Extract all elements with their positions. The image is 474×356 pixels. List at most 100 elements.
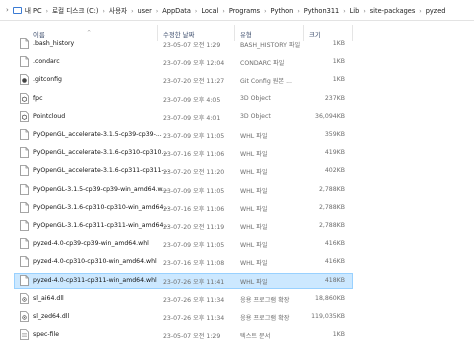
breadcrumb-separator-icon[interactable]: › [343,8,345,15]
generic-file-icon [20,38,29,49]
file-type: 3D Object [240,94,271,102]
file-row[interactable]: Pointcloud 23-07-09 오후 4:01 3D Object 36,09… [0,109,474,126]
breadcrumb-separator-icon[interactable]: › [46,8,48,15]
breadcrumb-item[interactable]: 내 PC [25,7,42,15]
breadcrumb-item[interactable]: pyzed [426,7,446,15]
dll-file-icon [20,292,29,304]
file-type: BASH_HISTORY 파일 [240,42,301,49]
file-name[interactable]: spec-file [33,331,59,338]
file-row[interactable]: .condarc 23-07-09 오후 12:04 CONDARC 파일 1KB [0,54,474,71]
file-type: WHL 파일 [240,187,268,195]
file-size: 237KB [324,94,345,102]
generic-file-icon [20,201,29,213]
file-row[interactable]: PyOpenGL_accelerate-3.1.6-cp310-cp310...… [0,145,474,162]
file-date: 23-07-16 오후 11:06 [163,205,225,213]
file-name[interactable]: pyzed-4.0-cp310-cp310-win_amd64.whl [33,258,157,265]
file-name[interactable]: PyOpenGL-3.1.6-cp310-cp310-win_amd64... [33,204,169,211]
breadcrumb-item[interactable]: Programs [229,7,260,15]
file-row[interactable]: spec-file 23-05-07 오전 1:29 텍스트 문서 1KB [0,327,474,344]
generic-file-icon [20,274,29,286]
file-type: WHL 파일 [240,169,268,177]
file-date: 23-07-20 오전 11:20 [163,169,225,177]
file-type: CONDARC 파일 [240,60,285,68]
file-name[interactable]: sl_zed64.dll [33,313,69,320]
file-size: 402KB [324,167,345,175]
file-row[interactable]: PyOpenGL-3.1.5-cp39-cp39-win_amd64.w... 2… [0,182,474,199]
breadcrumb-item[interactable]: AppData [162,7,191,15]
breadcrumb-item[interactable]: Python [271,7,294,15]
breadcrumb-separator-icon[interactable]: › [131,8,133,15]
file-type: WHL 파일 [240,278,268,286]
file-date: 23-07-09 오후 12:04 [163,60,225,68]
file-row[interactable]: .gitconfig 23-07-20 오전 11:27 Git Config 원본… [0,72,474,89]
file-size: 1KB [332,40,345,47]
file-type: 텍스트 문서 [240,333,271,341]
file-name[interactable]: pyzed-4.0-cp311-cp311-win_amd64.whl [33,277,157,284]
file-name[interactable]: PyOpenGL_accelerate-3.1.6-cp311-cp311-..… [33,167,170,174]
file-size: 36,094KB [315,112,345,120]
file-name[interactable]: sl_ai64.dll [33,295,64,302]
git-config-icon [20,74,29,86]
breadcrumb-item[interactable]: user [137,7,151,15]
file-name[interactable]: pyzed-4.0-cp39-cp39-win_amd64.whl [33,240,149,247]
breadcrumb-separator-icon[interactable]: › [264,8,266,15]
file-row[interactable]: PyOpenGL_accelerate-3.1.5-cp39-cp39-... 2… [0,127,474,144]
file-name[interactable]: Pointcloud [33,113,65,120]
breadcrumb-item[interactable]: 로컬 디스크 (C:) [52,7,99,15]
breadcrumb-separator-icon[interactable]: › [195,8,197,15]
generic-file-icon [20,183,29,195]
file-row[interactable]: fpc 23-07-09 오후 4:05 3D Object 237KB [0,91,474,108]
file-type: 3D Object [240,112,271,120]
file-date: 23-07-16 오후 11:06 [163,151,225,159]
file-row[interactable]: pyzed-4.0-cp39-cp39-win_amd64.whl 23-07-0… [0,236,474,253]
generic-file-icon [20,220,29,231]
file-size: 1KB [332,76,345,84]
breadcrumb-separator-icon[interactable]: › [222,8,224,15]
file-row[interactable]: PyOpenGL-3.1.6-cp311-cp311-win_amd64... 2… [0,218,474,235]
file-size: 1KB [332,331,345,339]
breadcrumb-separator-icon[interactable]: › [156,8,158,15]
breadcrumb-separator-icon[interactable]: › [363,8,365,15]
this-pc-icon [12,6,22,14]
file-row[interactable]: pyzed-4.0-cp310-cp310-win_amd64.whl 23-07… [0,254,474,271]
file-type: WHL 파일 [240,151,268,159]
file-name[interactable]: .bash_history [33,40,74,47]
address-bar[interactable]: › 내 PC › 로컬 디스크 (C:) › 사용자 › user › AppData › Loca… [0,0,474,21]
file-size: 2,788KB [318,185,345,193]
generic-file-icon [20,56,29,68]
file-name[interactable]: PyOpenGL_accelerate-3.1.5-cp39-cp39-... [33,131,162,138]
file-type: WHL 파일 [240,205,268,213]
file-name[interactable]: PyOpenGL_accelerate-3.1.6-cp310-cp310... [33,149,167,156]
file-date: 23-07-26 오후 11:34 [163,296,225,304]
file-size: 418KB [324,276,345,284]
file-name[interactable]: PyOpenGL-3.1.6-cp311-cp311-win_amd64... [33,222,169,229]
file-name[interactable]: .gitconfig [33,76,62,83]
breadcrumb-item[interactable]: Local [201,7,218,15]
text-file-icon [20,329,29,341]
breadcrumb-separator-icon[interactable]: › [102,8,104,15]
breadcrumb-separator-icon[interactable]: › [419,8,421,15]
file-row[interactable]: sl_ai64.dll 23-07-26 오후 11:34 응용 프로그램 확장 18… [0,291,474,308]
file-type: WHL 파일 [240,260,268,268]
generic-file-icon [20,165,29,177]
breadcrumb-item[interactable]: 사용자 [109,7,127,15]
chevron-right-icon[interactable]: › [6,6,9,14]
breadcrumb-item[interactable]: Lib [350,7,360,15]
generic-file-icon [20,147,29,159]
breadcrumb-item[interactable]: site-packages [370,7,416,15]
breadcrumb-item[interactable]: Python311 [304,7,339,15]
file-row[interactable]: .bash_history 23-05-07 오전 1:29 BASH_HISTOR… [0,36,474,53]
file-row[interactable]: PyOpenGL_accelerate-3.1.6-cp311-cp311-..… [0,163,474,180]
file-size: 119,035KB [311,313,345,320]
file-name[interactable]: .condarc [33,58,60,65]
file-name[interactable]: fpc [33,95,43,102]
file-row[interactable]: PyOpenGL-3.1.6-cp310-cp310-win_amd64... 2… [0,200,474,217]
file-type: WHL 파일 [240,133,268,140]
file-name[interactable]: PyOpenGL-3.1.5-cp39-cp39-win_amd64.w... [33,186,168,193]
3d-object-icon [20,110,29,122]
breadcrumb-separator-icon[interactable]: › [297,8,299,15]
file-row[interactable]: pyzed-4.0-cp311-cp311-win_amd64.whl 23-07… [0,272,474,290]
file-row[interactable]: sl_zed64.dll 23-07-26 오후 11:34 응용 프로그램 확장 1… [0,309,474,326]
breadcrumb: 내 PC › 로컬 디스크 (C:) › 사용자 › user › AppData › Local ›… [25,5,446,15]
file-date: 23-05-07 오전 1:29 [163,333,221,341]
